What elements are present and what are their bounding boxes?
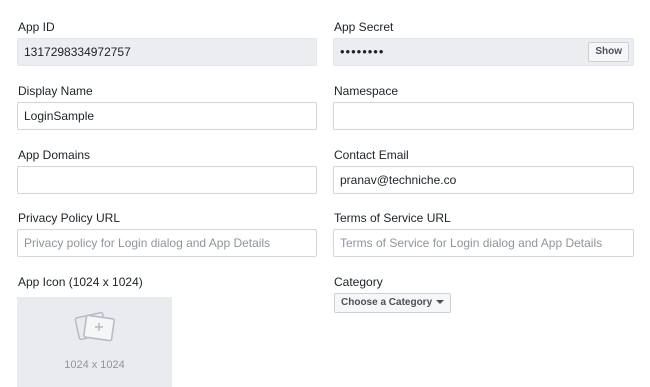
app-icon-size-text: 1024 x 1024: [64, 359, 125, 371]
privacy-url-label: Privacy Policy URL: [18, 211, 121, 225]
contact-email-label: Contact Email: [334, 148, 409, 162]
namespace-input[interactable]: [333, 102, 634, 130]
category-dropdown[interactable]: Choose a Category: [334, 293, 452, 313]
category-dropdown-label: Choose a Category: [341, 297, 433, 308]
namespace-label: Namespace: [334, 84, 399, 98]
chevron-down-icon: [436, 300, 445, 305]
app-id-field: 1317298334972757: [17, 38, 317, 66]
terms-url-label: Terms of Service URL: [334, 211, 451, 225]
app-secret-value: ••••••••: [340, 44, 385, 59]
app-id-label: App ID: [18, 20, 55, 34]
display-name-label: Display Name: [18, 84, 93, 98]
privacy-url-input[interactable]: Privacy policy for Login dialog and App …: [17, 229, 317, 257]
image-placeholder-icon: [74, 311, 115, 342]
app-domains-input[interactable]: [17, 166, 317, 194]
contact-email-input[interactable]: pranav@techniche.co: [333, 166, 634, 194]
show-secret-button[interactable]: Show: [588, 42, 629, 62]
app-domains-label: App Domains: [18, 148, 91, 162]
app-icon-label: App Icon (1024 x 1024): [18, 275, 143, 289]
terms-url-input[interactable]: Terms of Service for Login dialog and Ap…: [333, 229, 634, 257]
app-secret-label: App Secret: [334, 20, 394, 34]
app-secret-field: •••••••• Show: [333, 38, 634, 66]
app-icon-upload[interactable]: 1024 x 1024: [17, 297, 172, 387]
category-label: Category: [334, 275, 383, 289]
display-name-input[interactable]: LoginSample: [17, 102, 317, 130]
